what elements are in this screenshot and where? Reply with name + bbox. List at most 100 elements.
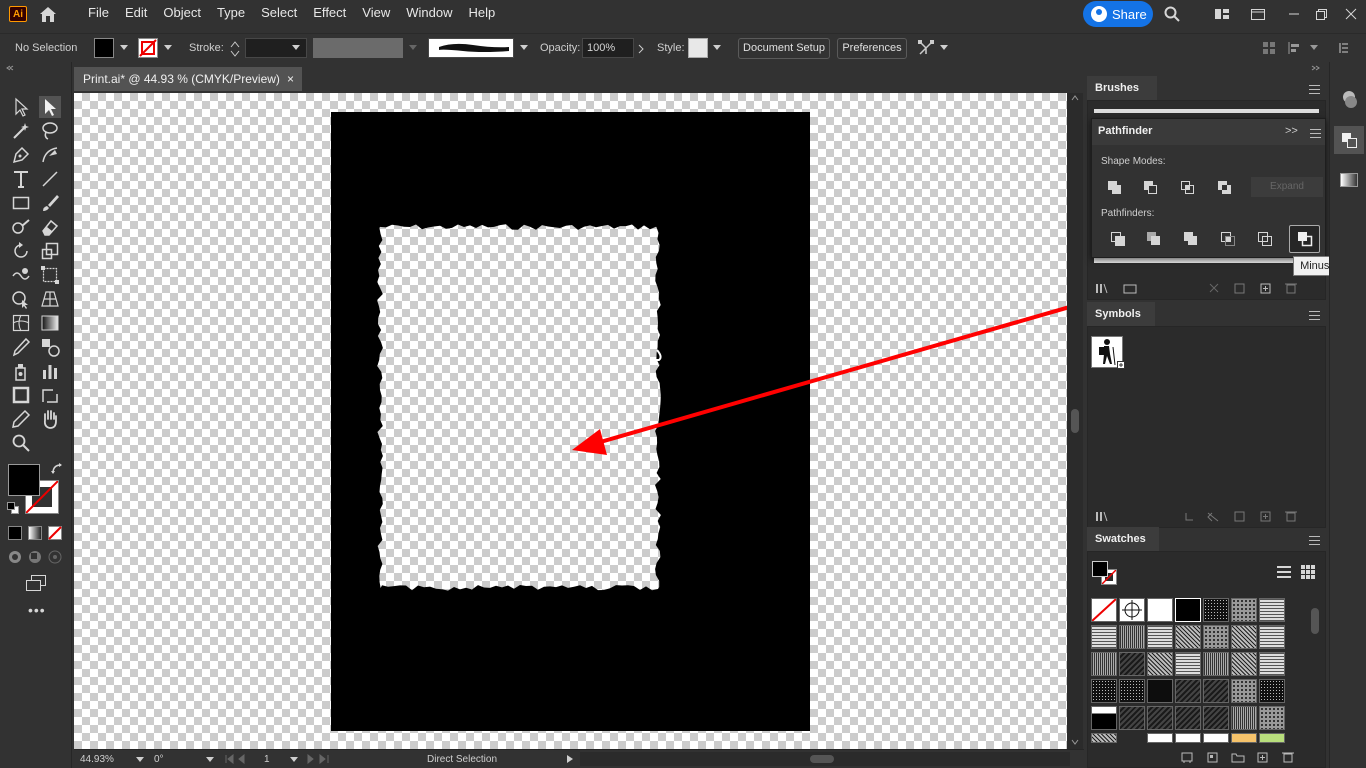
swatch-pattern[interactable] xyxy=(1119,706,1145,730)
swatch-pattern[interactable] xyxy=(1203,625,1229,649)
swatch-pattern[interactable] xyxy=(1147,706,1173,730)
swatch-pattern[interactable] xyxy=(1091,625,1117,649)
trim-icon[interactable] xyxy=(1143,228,1165,250)
zoom-dropdown-icon[interactable] xyxy=(136,757,144,762)
opacity-chevron-icon[interactable] xyxy=(638,44,644,54)
free-transform-tool-icon[interactable] xyxy=(39,264,61,286)
align-dropdown-icon[interactable] xyxy=(1310,45,1318,50)
home-icon[interactable] xyxy=(38,5,58,23)
brushes-tab[interactable]: Brushes xyxy=(1087,76,1157,100)
panel-expand-icon[interactable]: >> xyxy=(1285,125,1298,137)
artboard-nav-forward-icons[interactable] xyxy=(306,754,336,764)
appearance-icon[interactable] xyxy=(1339,90,1359,110)
swatch-pattern[interactable] xyxy=(1231,652,1257,676)
swatch-white[interactable] xyxy=(1203,733,1229,743)
warp-tool-icon[interactable] xyxy=(10,264,32,286)
search-icon[interactable] xyxy=(1164,6,1180,22)
horizontal-scroll-thumb[interactable] xyxy=(810,755,834,763)
swatch-pattern[interactable] xyxy=(1147,625,1173,649)
draw-behind-icon[interactable] xyxy=(28,550,42,564)
swatches-scrollbar[interactable] xyxy=(1310,596,1320,744)
swatch-white[interactable] xyxy=(1147,598,1173,622)
swatch-pattern[interactable] xyxy=(1259,625,1285,649)
crop-icon[interactable] xyxy=(1217,228,1239,250)
none-mode-icon[interactable] xyxy=(48,526,62,540)
collapse-panels-icon[interactable] xyxy=(1311,65,1321,71)
preferences-button[interactable]: Preferences xyxy=(837,38,907,59)
swap-fill-stroke-icon[interactable] xyxy=(50,462,64,476)
menu-object[interactable]: Object xyxy=(155,0,209,28)
slice-tool-icon[interactable] xyxy=(39,384,61,406)
swatch-pattern[interactable] xyxy=(1175,706,1201,730)
swatch-pattern[interactable] xyxy=(1091,679,1117,703)
swatch-white[interactable] xyxy=(1175,733,1201,743)
blend-tool-icon[interactable] xyxy=(39,336,61,358)
brushes-menu-icon[interactable] xyxy=(1309,85,1320,94)
restore-icon[interactable] xyxy=(1313,6,1329,22)
options-dropdown-icon[interactable] xyxy=(940,45,948,50)
change-screen-mode-icon[interactable] xyxy=(25,574,47,592)
divide-icon[interactable] xyxy=(1107,228,1129,250)
swatch-pattern[interactable] xyxy=(1231,706,1257,730)
direct-selection-tool-icon[interactable] xyxy=(39,96,61,118)
vertical-scrollbar[interactable] xyxy=(1067,93,1083,749)
status-menu-icon[interactable] xyxy=(566,754,574,764)
distribute-icon[interactable] xyxy=(1287,41,1301,55)
zoom-tool-icon[interactable] xyxy=(10,432,32,454)
shape-builder-tool-icon[interactable] xyxy=(10,288,32,310)
swatch-pattern[interactable] xyxy=(1259,679,1285,703)
edit-toolbar-icon[interactable]: ••• xyxy=(28,602,46,618)
rotation-value[interactable]: 0° xyxy=(154,754,164,765)
variable-width-profile[interactable] xyxy=(313,38,403,58)
eraser-tool-icon[interactable] xyxy=(39,216,61,238)
scroll-thumb[interactable] xyxy=(1071,409,1079,433)
canvas[interactable] xyxy=(74,93,1067,749)
merge-icon[interactable] xyxy=(1180,228,1202,250)
stroke-weight-dropdown-icon[interactable] xyxy=(292,45,300,50)
draw-inside-icon[interactable] xyxy=(48,550,62,564)
menu-select[interactable]: Select xyxy=(253,0,305,28)
hand-tool-icon[interactable] xyxy=(39,408,61,430)
draw-normal-icon[interactable] xyxy=(8,550,22,564)
type-tool-icon[interactable] xyxy=(10,168,32,190)
pathfinder-dock-button[interactable] xyxy=(1334,126,1364,154)
line-segment-tool-icon[interactable] xyxy=(39,168,61,190)
horizontal-scrollbar[interactable] xyxy=(580,752,1070,766)
stroke-stepper-icon[interactable] xyxy=(230,40,240,58)
document-setup-button[interactable]: Document Setup xyxy=(738,38,830,59)
color-mode-icon[interactable] xyxy=(8,526,22,540)
puppet-warp-icon[interactable] xyxy=(917,39,935,57)
magic-wand-tool-icon[interactable] xyxy=(10,120,32,142)
swatch-pattern[interactable] xyxy=(1203,679,1229,703)
fill-swatch[interactable] xyxy=(94,38,114,58)
swatch-pattern[interactable] xyxy=(1175,652,1201,676)
swatch-none[interactable] xyxy=(1091,598,1117,622)
symbols-tab[interactable]: Symbols xyxy=(1087,302,1155,326)
swatch-pattern[interactable] xyxy=(1091,733,1117,743)
paintbrush-tool-icon[interactable] xyxy=(39,192,61,214)
menu-view[interactable]: View xyxy=(354,0,398,28)
eyedropper-tool-icon[interactable] xyxy=(10,336,32,358)
align-icon[interactable] xyxy=(1262,41,1276,55)
swatch-pattern[interactable] xyxy=(1119,625,1145,649)
minus-back-button[interactable] xyxy=(1289,225,1320,253)
rotation-dropdown-icon[interactable] xyxy=(206,757,214,762)
swatch-fill-indicator[interactable] xyxy=(1092,561,1108,577)
artboard-number[interactable]: 1 xyxy=(264,754,270,765)
mesh-tool-icon[interactable] xyxy=(10,312,32,334)
collapse-toolbar-icon[interactable] xyxy=(6,65,14,71)
selection-tool-icon[interactable] xyxy=(10,96,32,118)
swatch-registration[interactable] xyxy=(1119,598,1145,622)
list-view-icon[interactable] xyxy=(1276,565,1292,579)
swatch-pattern[interactable] xyxy=(1231,598,1257,622)
swatch-pattern[interactable] xyxy=(1091,706,1117,730)
artboard-nav-back-icons[interactable] xyxy=(224,754,294,764)
outline-icon[interactable] xyxy=(1254,228,1276,250)
pen-tool-icon[interactable] xyxy=(10,144,32,166)
unite-icon[interactable] xyxy=(1104,177,1126,199)
menu-window[interactable]: Window xyxy=(398,0,460,28)
curvature-tool-icon[interactable] xyxy=(39,144,61,166)
pathfinder-tab[interactable]: Pathfinder xyxy=(1098,125,1152,137)
menu-edit[interactable]: Edit xyxy=(117,0,155,28)
swatch-pattern[interactable] xyxy=(1119,679,1145,703)
